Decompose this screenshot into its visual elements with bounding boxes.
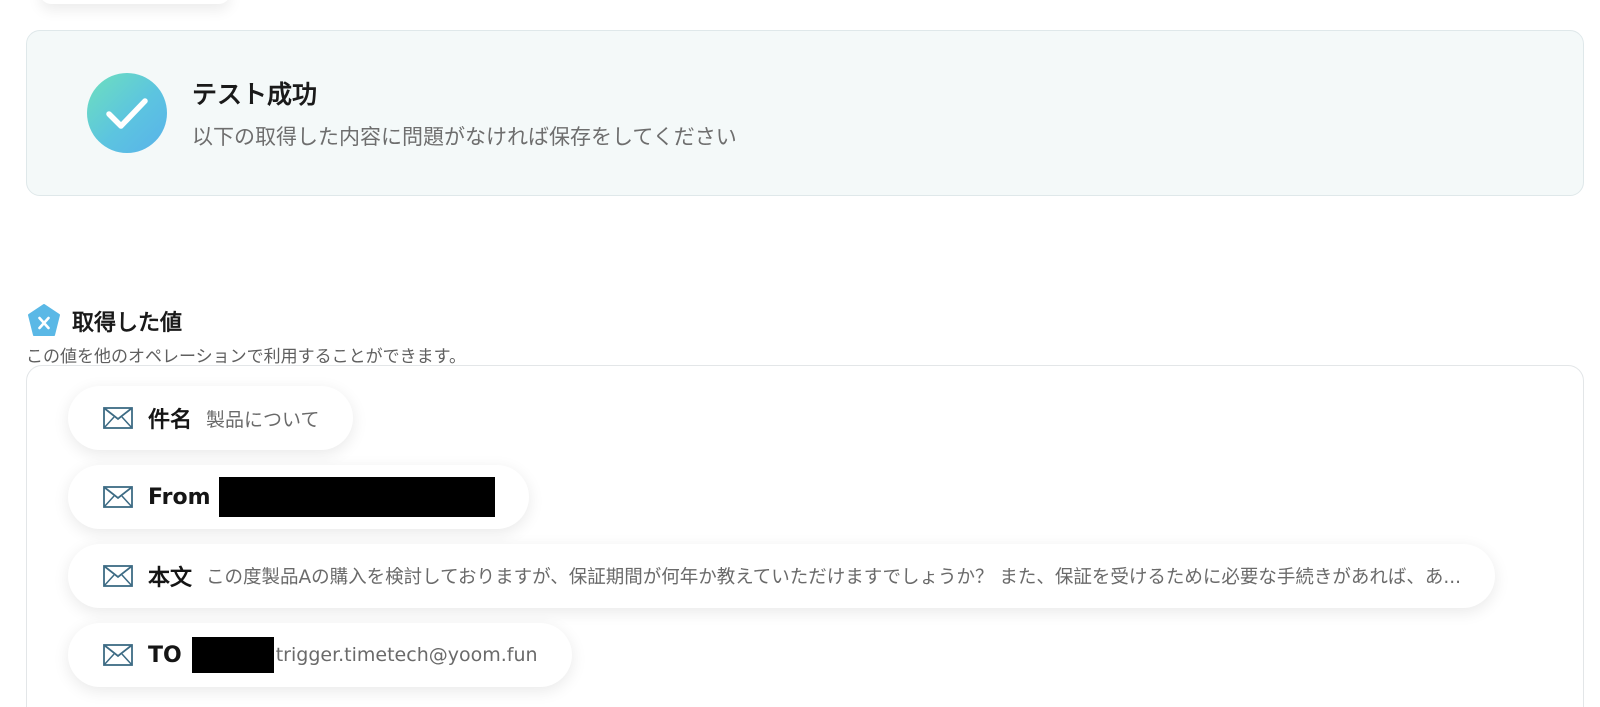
values-section-header: 取得した値 [26, 303, 182, 339]
value-text: trigger.timetech@yoom.fun [275, 644, 538, 666]
mail-icon [103, 644, 133, 666]
previous-card-edge [40, 0, 230, 4]
value-label: 件名 [148, 408, 193, 433]
redacted-value [218, 477, 495, 517]
mail-icon [103, 407, 133, 429]
success-title: テスト成功 [192, 80, 318, 109]
check-icon [87, 73, 167, 153]
mail-icon [103, 486, 133, 508]
success-message: 以下の取得した内容に問題がなければ保存をしてください [192, 125, 737, 149]
values-list: 件名 製品について From 本文 この度製品Aの購入を検討しておりますが、保証… [26, 365, 1584, 707]
variable-x-icon [28, 304, 60, 336]
value-label: 本文 [148, 566, 193, 591]
test-success-banner: テスト成功 以下の取得した内容に問題がなければ保存をしてください [26, 30, 1584, 196]
value-label: From [148, 484, 211, 510]
value-text: 製品について [206, 408, 320, 431]
value-chip-subject[interactable]: 件名 製品について [68, 386, 354, 450]
redacted-value [191, 637, 274, 673]
values-section-title: 取得した値 [72, 311, 183, 336]
value-chip-from[interactable]: From [68, 465, 529, 529]
mail-icon [103, 565, 133, 587]
value-label: TO [148, 642, 182, 668]
value-chip-body[interactable]: 本文 この度製品Aの購入を検討しておりますが、保証期間が何年か教えていただけます… [68, 544, 1495, 608]
value-chip-to[interactable]: TO trigger.timetech@yoom.fun [68, 623, 572, 687]
values-section-description: この値を他のオペレーションで利用することができます。 [26, 347, 466, 367]
value-text: この度製品Aの購入を検討しておりますが、保証期間が何年か教えていただけますでしょ… [206, 567, 1461, 588]
